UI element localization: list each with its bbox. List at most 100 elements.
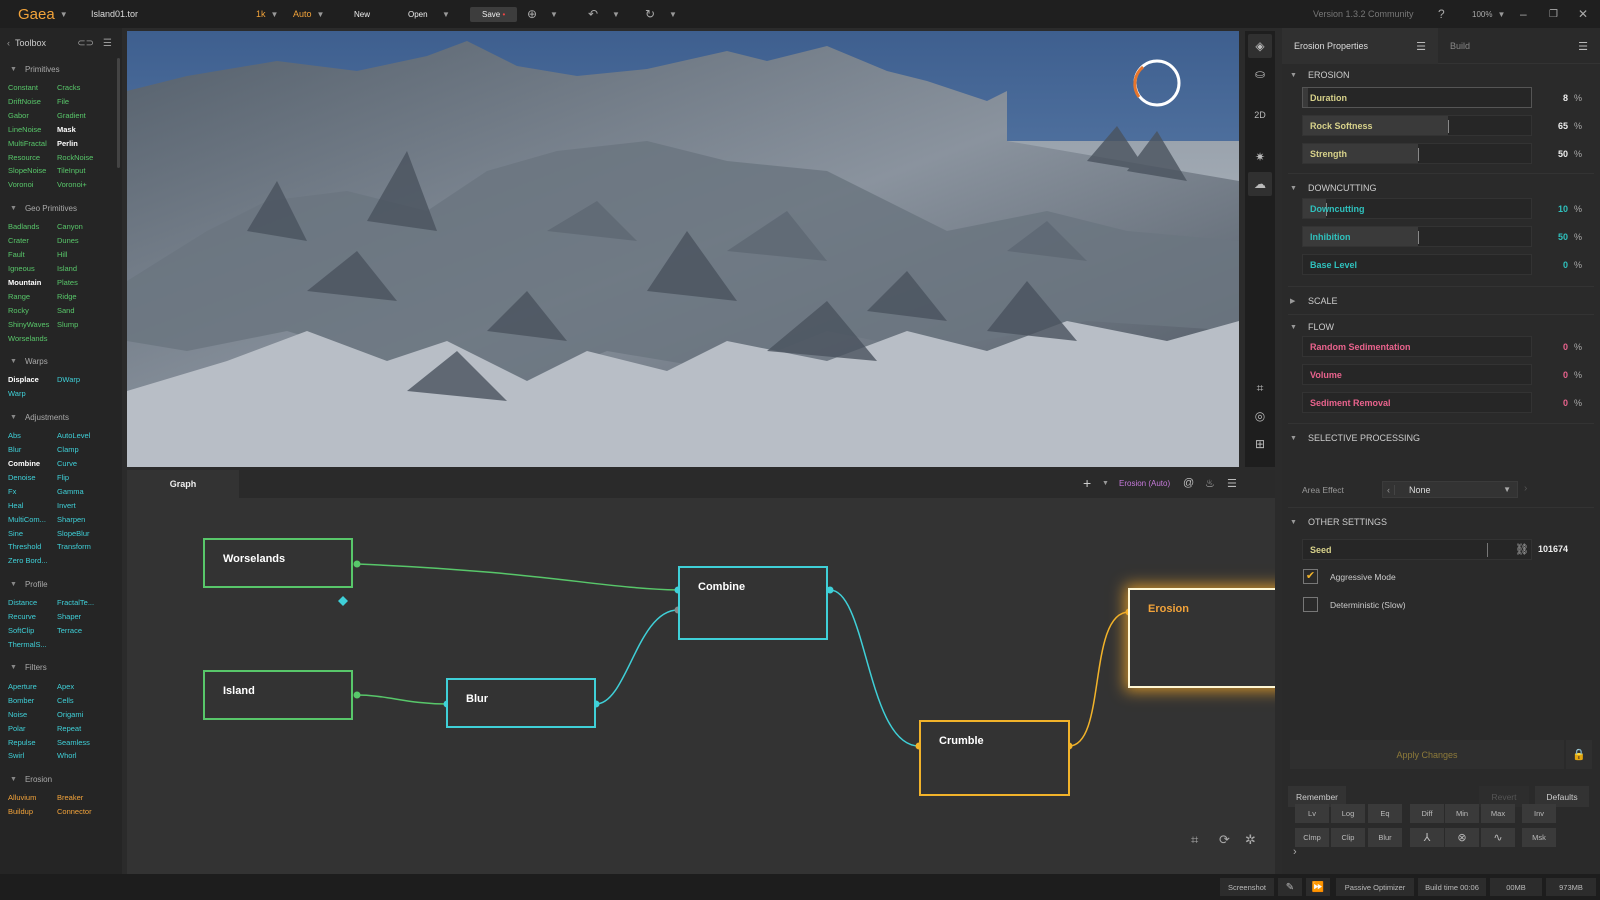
- toolbox-node-item[interactable]: RockNoise: [57, 151, 115, 165]
- toolbox-node-item[interactable]: Cells: [57, 694, 115, 708]
- circle-x-icon[interactable]: ⊗: [1445, 828, 1479, 847]
- toolbox-node-item[interactable]: Badlands: [8, 220, 57, 234]
- section-flow[interactable]: ▼ FLOW: [1290, 322, 1334, 332]
- toolbox-node-item[interactable]: Origami: [57, 708, 115, 722]
- undo-dropdown[interactable]: ▼: [607, 0, 620, 28]
- toggle-icon[interactable]: ⊂⊃: [77, 38, 94, 49]
- sun-icon[interactable]: ✷: [1248, 145, 1272, 169]
- slider-value[interactable]: 10: [1538, 204, 1568, 214]
- node-combine[interactable]: Combine: [678, 566, 828, 640]
- quick-button-inv[interactable]: Inv: [1522, 804, 1556, 823]
- restore-icon[interactable]: ❐: [1549, 0, 1558, 28]
- toolbox-node-item[interactable]: Clamp: [57, 443, 115, 457]
- cloud-icon[interactable]: ☁: [1248, 172, 1272, 196]
- toolbox-node-item[interactable]: Crater: [8, 234, 57, 248]
- node-erosion[interactable]: Erosion: [1128, 588, 1275, 688]
- quick-button-max[interactable]: Max: [1481, 804, 1515, 823]
- toolbox-section-header[interactable]: ▼ Profile: [0, 577, 122, 591]
- toolbox-node-item[interactable]: Perlin: [57, 137, 115, 151]
- slider-duration[interactable]: Duration: [1302, 87, 1532, 108]
- toolbox-section-header[interactable]: ▼ Adjustments: [0, 410, 122, 424]
- toolbox-node-item[interactable]: Buildup: [8, 805, 57, 819]
- close-icon[interactable]: ✕: [1578, 0, 1588, 28]
- toolbox-node-item[interactable]: LineNoise: [8, 123, 57, 137]
- slider-handle[interactable]: [1418, 231, 1419, 244]
- quick-button-clip[interactable]: Clip: [1331, 828, 1365, 847]
- toolbox-node-item[interactable]: Seamless: [57, 736, 115, 750]
- 3d-viewport[interactable]: [127, 31, 1239, 467]
- apply-changes-button[interactable]: Apply Changes: [1290, 740, 1564, 769]
- toolbox-node-item[interactable]: Blur: [8, 443, 57, 457]
- toolbox-node-item[interactable]: Canyon: [57, 220, 115, 234]
- deterministic-checkbox[interactable]: [1303, 597, 1318, 612]
- toolbox-section-header[interactable]: ▼ Geo Primitives: [0, 201, 122, 215]
- toolbox-node-item[interactable]: Sharpen: [57, 513, 115, 527]
- toolbox-node-item[interactable]: SoftClip: [8, 624, 57, 638]
- quick-button-diff[interactable]: Diff: [1410, 804, 1444, 823]
- toolbox-node-item[interactable]: SlopeBlur: [57, 527, 115, 541]
- toolbox-node-item[interactable]: Voronoi: [8, 178, 57, 192]
- toolbox-node-item[interactable]: Island: [57, 262, 115, 276]
- toolbox-node-item[interactable]: Repeat: [57, 722, 115, 736]
- toolbox-node-item[interactable]: Resource: [8, 151, 57, 165]
- screenshot-button[interactable]: Screenshot: [1220, 878, 1274, 896]
- compass-icon[interactable]: ◎: [1248, 404, 1272, 428]
- pencil-icon[interactable]: ✎: [1278, 878, 1302, 896]
- fit-view-icon[interactable]: ⌗: [1191, 832, 1198, 848]
- slider-random-sedimentation[interactable]: Random Sedimentation: [1302, 336, 1532, 357]
- view-2d-button[interactable]: 2D: [1248, 103, 1272, 127]
- slider-value[interactable]: 0: [1538, 260, 1568, 270]
- save-dropdown[interactable]: ▼: [545, 0, 558, 28]
- toolbox-node-item[interactable]: MultiFractal: [8, 137, 57, 151]
- toolbox-node-item[interactable]: Hill: [57, 248, 115, 262]
- layers-icon[interactable]: ◈: [1248, 34, 1272, 58]
- toolbox-node-item[interactable]: Displace: [8, 373, 57, 387]
- quick-button-msk[interactable]: Msk: [1522, 828, 1556, 847]
- toolbox-node-item[interactable]: Dunes: [57, 234, 115, 248]
- open-dropdown[interactable]: ▼: [437, 0, 450, 28]
- slider-value[interactable]: 50: [1538, 149, 1568, 159]
- toolbox-node-item[interactable]: Sand: [57, 304, 115, 318]
- node-blur[interactable]: Blur: [446, 678, 596, 728]
- toolbox-node-item[interactable]: Alluvium: [8, 791, 57, 805]
- slider-downcutting[interactable]: Downcutting: [1302, 198, 1532, 219]
- fast-forward-icon[interactable]: ⏩: [1306, 878, 1330, 896]
- chevron-right-icon[interactable]: ›: [1293, 846, 1297, 858]
- toolbox-node-item[interactable]: Constant: [8, 81, 57, 95]
- section-selective-processing[interactable]: ▼ SELECTIVE PROCESSING: [1290, 433, 1420, 443]
- toolbox-node-item[interactable]: Sine: [8, 527, 57, 541]
- link-icon[interactable]: ⛓: [1515, 543, 1529, 556]
- chevron-left-icon[interactable]: ‹: [7, 38, 10, 48]
- target-icon[interactable]: ⊕: [527, 0, 537, 28]
- toolbox-node-item[interactable]: MultiCom...: [8, 513, 57, 527]
- toolbox-node-item[interactable]: Plates: [57, 276, 115, 290]
- menu-icon[interactable]: ☰: [103, 38, 112, 49]
- toolbox-node-item[interactable]: Combine: [8, 457, 57, 471]
- section-scale[interactable]: ▶ SCALE: [1290, 296, 1338, 306]
- toolbox-node-item[interactable]: Abs: [8, 429, 57, 443]
- wave-icon[interactable]: ∿: [1481, 828, 1515, 847]
- menu-icon[interactable]: ☰: [1578, 40, 1588, 53]
- toolbox-node-item[interactable]: Slump: [57, 318, 115, 332]
- quick-button-lv[interactable]: Lv: [1295, 804, 1329, 823]
- toolbox-node-item[interactable]: Heal: [8, 499, 57, 513]
- toolbox-node-item[interactable]: Igneous: [8, 262, 57, 276]
- quick-button-clmp[interactable]: Clmp: [1295, 828, 1329, 847]
- toolbox-node-item[interactable]: Transform: [57, 540, 115, 554]
- toolbox-node-item[interactable]: Curve: [57, 457, 115, 471]
- fork-icon[interactable]: ⅄: [1410, 828, 1444, 847]
- toolbox-node-item[interactable]: AutoLevel: [57, 429, 115, 443]
- node-worselands[interactable]: Worselands: [203, 538, 353, 588]
- tab-build[interactable]: Build ☰: [1438, 28, 1600, 64]
- toolbox-node-item[interactable]: Repulse: [8, 736, 57, 750]
- quick-button-log[interactable]: Log: [1331, 804, 1365, 823]
- toolbox-node-item[interactable]: Breaker: [57, 791, 115, 805]
- toolbox-node-item[interactable]: Denoise: [8, 471, 57, 485]
- node-island[interactable]: Island: [203, 670, 353, 720]
- toolbox-node-item[interactable]: Mask: [57, 123, 115, 137]
- quick-button-eq[interactable]: Eq: [1368, 804, 1402, 823]
- toolbox-node-item[interactable]: ThermalS...: [8, 638, 57, 652]
- toolbox-node-item[interactable]: Noise: [8, 708, 57, 722]
- slider-value[interactable]: 0: [1538, 398, 1568, 408]
- section-other-settings[interactable]: ▼ OTHER SETTINGS: [1290, 517, 1387, 527]
